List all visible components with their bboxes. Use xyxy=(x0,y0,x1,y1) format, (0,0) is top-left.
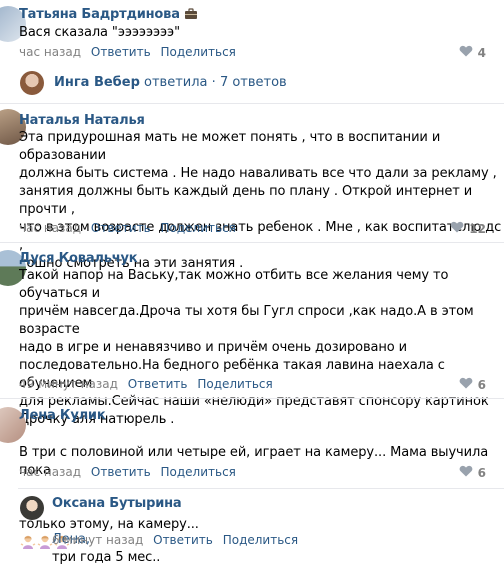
reply-author[interactable]: Оксана Бутырина xyxy=(52,496,182,511)
comment-author[interactable]: Лена Кулик xyxy=(19,408,106,423)
avatar[interactable] xyxy=(20,71,44,95)
heart-icon xyxy=(459,45,473,60)
thread-separator: · xyxy=(211,75,216,90)
reply-link[interactable]: Ответить xyxy=(91,465,151,479)
thread-summary[interactable]: Инга Вебер ответила · 7 ответов xyxy=(0,68,504,98)
reply-meta: 6 минут назад Ответить Поделиться xyxy=(52,533,298,547)
reply: Оксана Бутырина Лена, три года 5 мес.. 6… xyxy=(0,490,504,565)
heart-icon xyxy=(459,377,473,392)
comment: Татьяна Бадртдинова Вася сказала "ээээээ… xyxy=(0,0,504,68)
heart-icon xyxy=(450,221,464,236)
comment-time[interactable]: час назад xyxy=(19,465,81,479)
comment-author[interactable]: Татьяна Бадртдинова xyxy=(19,7,198,24)
like-button[interactable]: 4 xyxy=(459,45,486,60)
thread-author[interactable]: Инга Вебер xyxy=(54,75,140,90)
reply-link[interactable]: Ответить xyxy=(153,533,213,547)
divider xyxy=(0,103,504,104)
thread-reply-count[interactable]: 7 ответов xyxy=(220,75,287,90)
like-count: 6 xyxy=(477,465,486,480)
reply-link[interactable]: Ответить xyxy=(128,377,188,391)
comment-meta: час назад Ответить Поделиться xyxy=(19,465,236,479)
comment-time[interactable]: час назад xyxy=(19,45,81,59)
divider xyxy=(18,488,504,489)
divider xyxy=(0,398,504,399)
comment: Дуся Ковальчук Такой напор на Ваську,так… xyxy=(0,245,504,427)
comment: Наталья Наталья Эта придурошная мать не … xyxy=(0,106,504,271)
like-button[interactable]: 6 xyxy=(459,377,486,392)
divider xyxy=(0,242,504,243)
comment-time[interactable]: час назад xyxy=(19,221,81,235)
like-button[interactable]: 6 xyxy=(459,465,486,480)
share-link[interactable]: Поделиться xyxy=(197,377,272,391)
comment-time[interactable]: 6 минут назад xyxy=(52,533,143,547)
comment-author[interactable]: Наталья Наталья xyxy=(19,113,145,128)
avatar[interactable] xyxy=(20,496,44,520)
reply-link[interactable]: Ответить xyxy=(91,45,151,59)
heart-icon xyxy=(459,465,473,480)
like-count: 6 xyxy=(477,377,486,392)
reply-link[interactable]: Ответить xyxy=(91,221,151,235)
briefcase-icon xyxy=(184,8,198,24)
share-link[interactable]: Поделиться xyxy=(161,221,236,235)
comment: Лена Кулик В три с половиной или четыре … xyxy=(0,402,504,549)
comment-meta: час назад Ответить Поделиться xyxy=(19,221,236,235)
share-link[interactable]: Поделиться xyxy=(161,45,236,59)
like-count: 12 xyxy=(469,221,486,236)
like-count: 4 xyxy=(477,45,486,60)
thread-verb[interactable]: ответила xyxy=(144,75,207,90)
reply-body: три года 5 мес.. xyxy=(52,550,161,565)
comment-time[interactable]: 49 минут назад xyxy=(19,377,118,391)
share-link[interactable]: Поделиться xyxy=(161,465,236,479)
comment-meta: час назад Ответить Поделиться xyxy=(19,45,236,59)
comment-author[interactable]: Дуся Ковальчук xyxy=(19,251,138,266)
share-link[interactable]: Поделиться xyxy=(223,533,298,547)
comment-meta: 49 минут назад Ответить Поделиться xyxy=(19,377,273,391)
comment-text: Вася сказала "ээээээээ" xyxy=(19,25,180,40)
like-button[interactable]: 12 xyxy=(450,221,486,236)
